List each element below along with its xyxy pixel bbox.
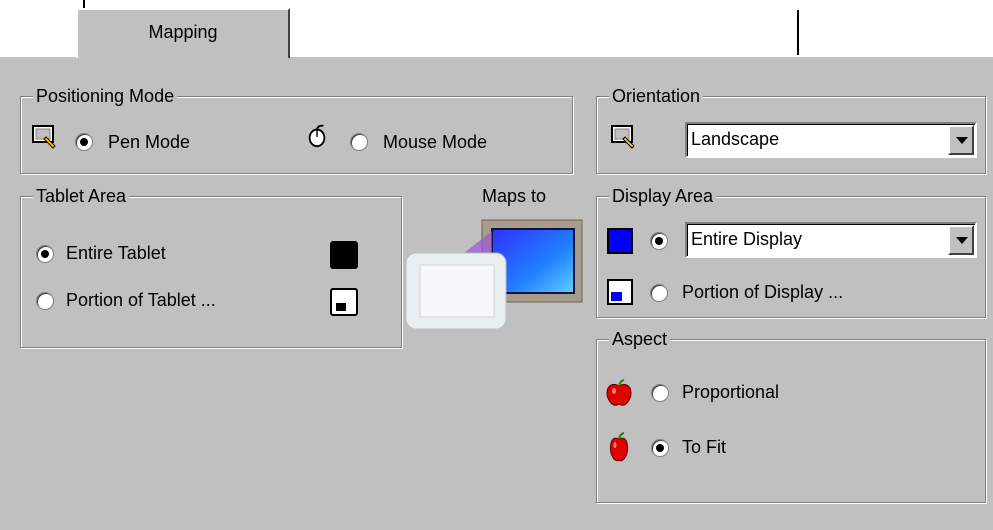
tab-mapping-label: Mapping xyxy=(148,22,218,42)
portion-tablet-icon xyxy=(330,288,358,316)
tablet-area-title: Tablet Area xyxy=(33,185,130,207)
orientation-select[interactable]: Landscape xyxy=(685,122,977,158)
entire-display-radio[interactable] xyxy=(650,232,668,250)
aspect-group: Aspect xyxy=(596,328,986,503)
maps-to-label: Maps to xyxy=(482,186,547,206)
mouse-mode-radio[interactable] xyxy=(350,133,368,151)
entire-tablet-label[interactable]: Entire Tablet xyxy=(66,243,166,264)
tablet-area-group: Tablet Area xyxy=(20,185,402,348)
pen-mode-label[interactable]: Pen Mode xyxy=(108,132,190,153)
display-area-select[interactable]: Entire Display xyxy=(685,222,977,258)
to-fit-label[interactable]: To Fit xyxy=(682,437,726,458)
display-area-value: Entire Display xyxy=(691,229,803,249)
entire-tablet-radio[interactable] xyxy=(36,245,54,263)
positioning-mode-title: Positioning Mode xyxy=(33,85,178,107)
pen-tablet-icon xyxy=(611,125,635,149)
pen-mode-radio[interactable] xyxy=(75,133,93,151)
proportional-label[interactable]: Proportional xyxy=(682,382,779,403)
orientation-value: Landscape xyxy=(691,129,780,149)
portion-display-icon xyxy=(607,279,633,305)
entire-display-icon xyxy=(607,228,633,254)
portion-display-radio[interactable] xyxy=(650,284,668,302)
portion-tablet-label[interactable]: Portion of Tablet ... xyxy=(66,290,216,311)
entire-tablet-icon xyxy=(330,241,358,269)
orientation-title: Orientation xyxy=(609,85,704,107)
aspect-title: Aspect xyxy=(609,328,671,350)
positioning-mode-group: Positioning Mode xyxy=(20,85,573,174)
apple-tall-icon xyxy=(609,432,629,462)
tab-mapping[interactable]: Mapping xyxy=(76,8,290,58)
chevron-down-icon[interactable] xyxy=(948,225,974,255)
portion-display-label[interactable]: Portion of Display ... xyxy=(682,282,843,303)
display-area-title: Display Area xyxy=(609,185,717,207)
proportional-radio[interactable] xyxy=(651,384,669,402)
portion-tablet-radio[interactable] xyxy=(36,292,54,310)
pen-tablet-icon xyxy=(32,125,56,149)
mouse-icon xyxy=(308,124,326,148)
mouse-mode-label[interactable]: Mouse Mode xyxy=(383,132,487,153)
tablet-to-display-icon xyxy=(405,219,583,330)
chevron-down-icon[interactable] xyxy=(948,125,974,155)
apple-icon xyxy=(606,379,632,406)
to-fit-radio[interactable] xyxy=(651,439,669,457)
